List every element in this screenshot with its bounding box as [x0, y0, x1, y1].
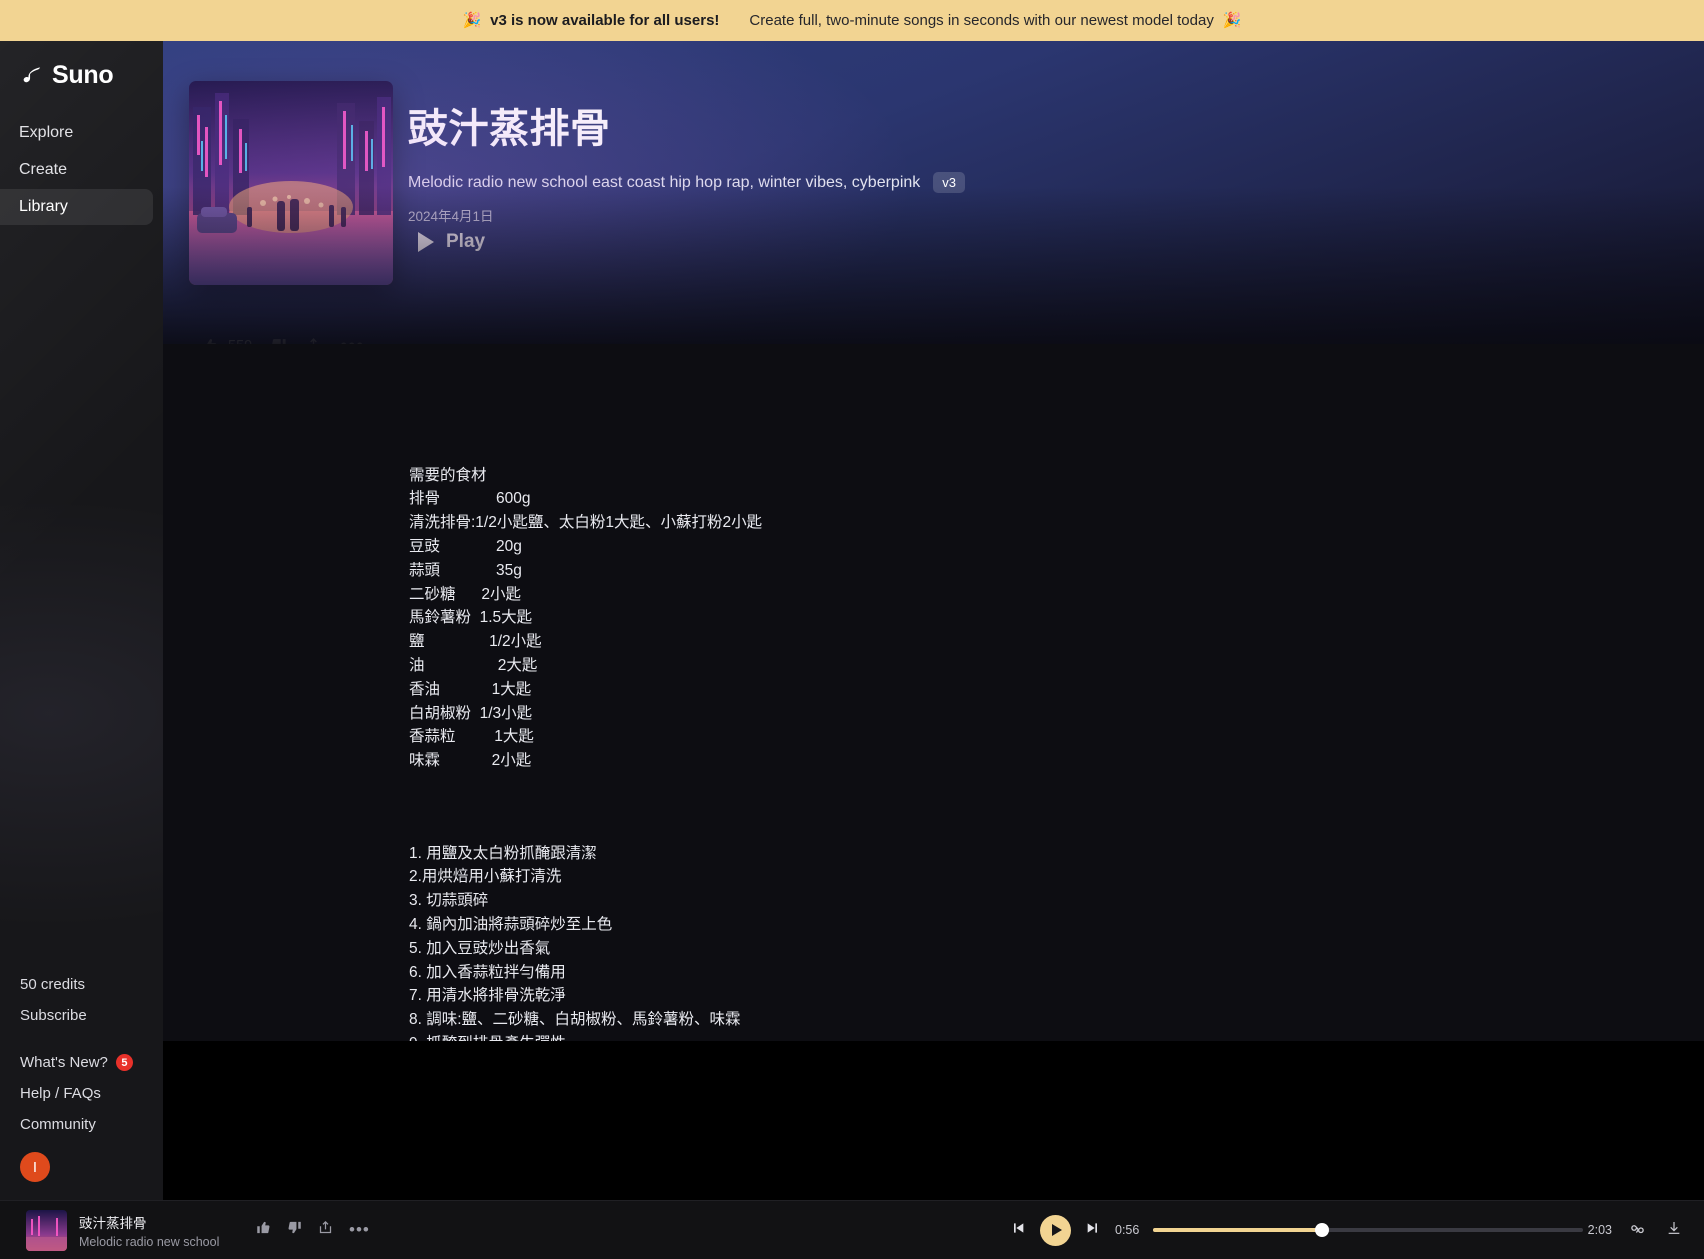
share-button[interactable]: [305, 337, 322, 344]
play-button-label: Play: [446, 231, 486, 252]
player-actions: •••: [256, 1220, 370, 1240]
player-transport: 0:56: [1010, 1214, 1584, 1246]
infinity-icon[interactable]: [1630, 1219, 1648, 1242]
current-time: 0:56: [1115, 1223, 1140, 1237]
sidebar-item-explore[interactable]: Explore: [0, 115, 153, 151]
progress-slider[interactable]: [1153, 1223, 1584, 1237]
play-button[interactable]: Play: [418, 231, 485, 253]
player-cover-art[interactable]: [26, 1209, 67, 1251]
previous-track-icon[interactable]: [1010, 1220, 1026, 1241]
total-time: 2:03: [1587, 1223, 1612, 1237]
player-track-info: 豉汁蒸排骨 Melodic radio new school: [0, 1209, 250, 1251]
banner-subtext: Create full, two-minute songs in seconds…: [749, 12, 1241, 29]
like-count: 559: [228, 338, 252, 345]
party-popper-icon-right: 🎉: [1222, 12, 1242, 29]
song-actions: 559 •••: [201, 336, 364, 345]
progress-fill: [1153, 1228, 1324, 1232]
whats-new-text: What's New?: [20, 1054, 108, 1071]
avatar-initial: I: [32, 1158, 38, 1176]
party-popper-icon: 🎉: [462, 12, 482, 29]
ellipsis-icon: •••: [340, 336, 364, 345]
more-options-button[interactable]: •••: [340, 336, 364, 345]
next-track-icon[interactable]: [1085, 1220, 1101, 1241]
player-ellipsis-icon[interactable]: •••: [349, 1221, 370, 1238]
song-meta-row: Melodic radio new school east coast hip …: [408, 172, 965, 193]
credits-text: 50 credits: [20, 976, 86, 993]
play-icon: [418, 232, 434, 252]
community-text: Community: [20, 1116, 96, 1133]
download-icon[interactable]: [1666, 1220, 1682, 1241]
suno-logo[interactable]: Suno: [22, 61, 114, 90]
avatar[interactable]: I: [20, 1152, 50, 1182]
player-thumbs-up-icon[interactable]: [256, 1220, 271, 1240]
suno-app: 🎉 v3 is now available for all users! Cre…: [0, 0, 1704, 1259]
player-text: 豉汁蒸排骨 Melodic radio new school: [79, 1212, 219, 1249]
thumbs-up-icon: [201, 337, 218, 344]
sidebar-item-create[interactable]: Create: [0, 152, 153, 188]
suno-note-icon: [22, 65, 44, 87]
model-version-badge: v3: [933, 172, 965, 193]
subscribe-link[interactable]: Subscribe: [0, 1000, 163, 1031]
page-title: 豉汁蒸排骨: [408, 107, 611, 151]
sidebar-nav: Explore Create Library: [0, 114, 163, 226]
song-date: 2024年4月1日: [408, 209, 494, 224]
help-faqs-link[interactable]: Help / FAQs: [0, 1078, 163, 1109]
sidebar-item-library[interactable]: Library: [0, 189, 153, 225]
progress-knob[interactable]: [1315, 1223, 1330, 1237]
song-header-text: 豉汁蒸排骨 Melodic radio new school east coas…: [408, 96, 965, 225]
like-button[interactable]: 559: [201, 337, 252, 344]
subscribe-text: Subscribe: [20, 1007, 87, 1024]
song-style-tags: Melodic radio new school east coast hip …: [408, 173, 921, 191]
player-right-controls: 2:03: [1588, 1219, 1682, 1242]
share-icon: [305, 337, 322, 344]
player-bar: 豉汁蒸排骨 Melodic radio new school ••• 0:56 …: [0, 1200, 1704, 1259]
sidebar: Suno Explore Create Library 50 credits S…: [0, 41, 163, 1200]
player-share-icon[interactable]: [318, 1220, 333, 1240]
lyrics-ingredients: 需要的食材 排骨 600g 清洗排骨:1/2小匙鹽、太白粉1大匙、小蘇打粉2小匙…: [409, 466, 763, 770]
song-cover-art[interactable]: [189, 81, 393, 285]
help-faqs-text: Help / FAQs: [20, 1085, 101, 1102]
song-hero: 豉汁蒸排骨 Melodic radio new school east coas…: [163, 41, 1704, 344]
banner-headline-text: v3 is now available for all users!: [490, 12, 720, 29]
announcement-banner[interactable]: 🎉 v3 is now available for all users! Cre…: [0, 0, 1704, 41]
whats-new-badge: 5: [115, 1054, 133, 1071]
player-song-subtitle: Melodic radio new school: [79, 1234, 220, 1249]
player-play-button[interactable]: [1040, 1214, 1071, 1246]
whats-new-link[interactable]: What's New? 5: [0, 1047, 163, 1078]
dislike-button[interactable]: [270, 337, 287, 344]
sidebar-footer: 50 credits Subscribe What's New? 5 Help …: [0, 969, 163, 1200]
thumbs-down-icon: [270, 337, 287, 344]
player-song-title: 豉汁蒸排骨: [79, 1215, 147, 1231]
brand-name: Suno: [52, 61, 114, 89]
banner-headline: 🎉 v3 is now available for all users!: [462, 12, 719, 29]
content-bottom-area: [163, 1041, 1704, 1200]
community-link[interactable]: Community: [0, 1109, 163, 1140]
banner-subtext-text: Create full, two-minute songs in seconds…: [749, 12, 1214, 29]
player-play-icon: [1051, 1224, 1062, 1236]
main-content: 豉汁蒸排骨 Melodic radio new school east coas…: [163, 41, 1704, 1200]
credits-label: 50 credits: [0, 969, 163, 1000]
player-thumbs-down-icon[interactable]: [287, 1220, 302, 1240]
